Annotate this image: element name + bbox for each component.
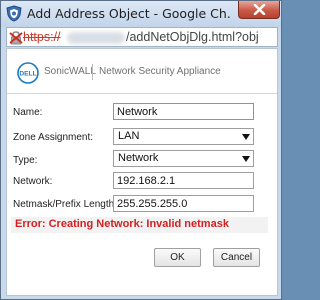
close-button[interactable] [238,1,280,19]
svg-text:DELL: DELL [19,71,36,78]
cancel-button[interactable]: Cancel [213,248,260,267]
error-banner: Error: Creating Network: Invalid netmask [11,217,268,233]
url-scheme: https:// [23,30,61,44]
dialog-content: DELL SonicWALL Network Security Applianc… [6,48,278,296]
window-title: Add Address Object - Google Ch... [27,6,232,21]
type-label: Type: [13,155,38,166]
title-bar[interactable]: Add Address Object - Google Ch... [1,1,281,27]
network-label: Network: [13,176,53,187]
name-label: Name: [13,107,43,118]
error-message: Error: Creating Network: Invalid netmask [15,218,229,230]
zone-select[interactable]: LAN [113,128,254,145]
product-name: Network Security Appliance [99,66,221,77]
url-host-redacted [67,32,125,44]
url-path: /addNetObjDlg.html?obj [126,30,259,44]
zone-selected-value: LAN [118,130,140,142]
zone-label: Zone Assignment: [13,132,94,143]
close-icon [253,4,266,15]
browser-popup-window: Add Address Object - Google Ch... https:… [0,0,282,300]
brand-divider [92,64,93,80]
chevron-down-icon [242,156,250,162]
chevron-down-icon [242,134,250,140]
shield-app-icon [6,5,22,22]
dell-logo: DELL [17,62,39,84]
type-select[interactable]: Network [113,150,254,167]
network-input[interactable] [113,172,254,189]
name-input[interactable] [113,103,254,120]
address-bar[interactable]: https:// /addNetObjDlg.html?obj [6,27,278,47]
broken-lock-icon [9,31,23,45]
netmask-label: Netmask/Prefix Length: [13,199,117,210]
type-selected-value: Network [118,152,159,164]
brand-header: DELL SonicWALL Network Security Applianc… [7,49,277,94]
netmask-input[interactable] [113,195,254,212]
ok-button[interactable]: OK [154,248,201,267]
brand-name: SonicWALL [44,66,96,77]
